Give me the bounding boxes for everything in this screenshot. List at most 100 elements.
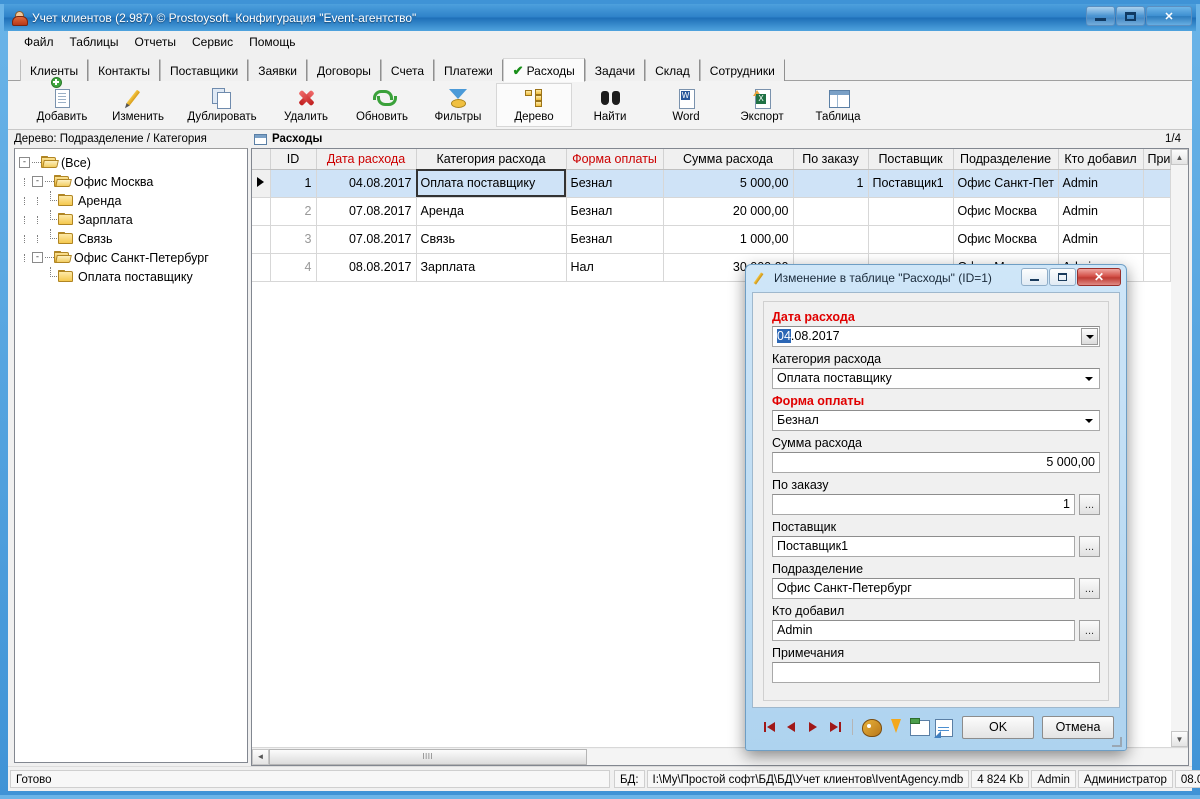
table-row[interactable]: 3 07.08.2017 Связь Безнал 1 000,00 Офис …	[252, 225, 1171, 253]
supplier-input[interactable]: Поставщик1	[772, 536, 1075, 557]
horizontal-scroll-thumb[interactable]: llll	[269, 749, 587, 765]
order-lookup-button[interactable]: ...	[1079, 494, 1100, 515]
cell-supplier[interactable]: Поставщик1	[868, 169, 953, 197]
ok-button[interactable]: OK	[962, 716, 1034, 739]
toolbar-word-button[interactable]: Word	[648, 83, 724, 127]
supplier-lookup-button[interactable]: ...	[1079, 536, 1100, 557]
cell-id[interactable]: 1	[270, 169, 316, 197]
cell-order[interactable]	[793, 225, 868, 253]
toolbar-tree-button[interactable]: Дерево	[496, 83, 572, 127]
last-record-icon[interactable]	[824, 717, 846, 737]
cell-date[interactable]: 08.08.2017	[316, 253, 416, 281]
tree-node-rent[interactable]: Аренда	[15, 191, 247, 210]
cell-id[interactable]: 2	[270, 197, 316, 225]
dialog-maximize-button[interactable]	[1049, 268, 1076, 286]
vertical-scroll-track[interactable]	[1171, 165, 1188, 731]
tab-warehouse[interactable]: Склад	[645, 59, 700, 81]
cell-category[interactable]: Связь	[416, 225, 566, 253]
chevron-down-icon[interactable]	[1085, 419, 1093, 423]
cell-department[interactable]: Офис Санкт-Пет	[953, 169, 1058, 197]
menu-help[interactable]: Помощь	[241, 33, 303, 51]
cell-notes[interactable]	[1143, 197, 1171, 225]
chevron-down-icon[interactable]	[1085, 377, 1093, 381]
previous-record-icon[interactable]	[780, 717, 802, 737]
cell-payment-form[interactable]: Нал	[566, 253, 663, 281]
next-record-icon[interactable]	[802, 717, 824, 737]
toolbar-edit-button[interactable]: Изменить	[100, 83, 176, 127]
tab-contacts[interactable]: Контакты	[88, 59, 160, 81]
dialog-resize-grip[interactable]	[1111, 736, 1123, 748]
tab-expenses[interactable]: ✔Расходы	[503, 58, 585, 82]
tree-node-communication[interactable]: Связь	[15, 229, 247, 248]
menu-reports[interactable]: Отчеты	[127, 33, 184, 51]
toolbar-duplicate-button[interactable]: Дублировать	[176, 83, 268, 127]
dialog-close-button[interactable]: ✕	[1077, 268, 1121, 286]
menu-tables[interactable]: Таблицы	[62, 33, 127, 51]
tree-node-salary[interactable]: Зарплата	[15, 210, 247, 229]
tab-invoices[interactable]: Счета	[381, 59, 434, 81]
tab-payments[interactable]: Платежи	[434, 59, 503, 81]
maximize-button[interactable]	[1116, 6, 1145, 26]
cell-supplier[interactable]	[868, 225, 953, 253]
expander-icon[interactable]: -	[32, 176, 43, 187]
cell-amount[interactable]: 1 000,00	[663, 225, 793, 253]
added-by-lookup-button[interactable]: ...	[1079, 620, 1100, 641]
department-input[interactable]: Офис Санкт-Петербург	[772, 578, 1075, 599]
first-record-icon[interactable]	[758, 717, 780, 737]
column-header-id[interactable]: ID	[270, 149, 316, 169]
cell-amount[interactable]: 20 000,00	[663, 197, 793, 225]
department-lookup-button[interactable]: ...	[1079, 578, 1100, 599]
cell-supplier[interactable]	[868, 197, 953, 225]
menu-service[interactable]: Сервис	[184, 33, 241, 51]
cell-category[interactable]: Аренда	[416, 197, 566, 225]
expense-category-select[interactable]: Оплата поставщику	[772, 368, 1100, 389]
grid-corner[interactable]	[252, 149, 270, 169]
tree-node-spb[interactable]: - Офис Санкт-Петербург	[15, 248, 247, 267]
toolbar-refresh-button[interactable]: Обновить	[344, 83, 420, 127]
column-header-payment-form[interactable]: Форма оплаты	[566, 149, 663, 169]
cell-department[interactable]: Офис Москва	[953, 197, 1058, 225]
toolbar-add-button[interactable]: Добавить	[24, 83, 100, 127]
table-row[interactable]: 2 07.08.2017 Аренда Безнал 20 000,00 Офи…	[252, 197, 1171, 225]
toolbar-filters-button[interactable]: Фильтры	[420, 83, 496, 127]
payment-form-select[interactable]: Безнал	[772, 410, 1100, 431]
toolbar-delete-button[interactable]: Удалить	[268, 83, 344, 127]
column-header-amount[interactable]: Сумма расхода	[663, 149, 793, 169]
tab-tasks[interactable]: Задачи	[585, 59, 645, 81]
cell-payment-form[interactable]: Безнал	[566, 197, 663, 225]
tab-employees[interactable]: Сотрудники	[700, 59, 785, 81]
lightning-icon[interactable]	[883, 717, 907, 737]
table-row[interactable]: 1 04.08.2017 Оплата поставщику Безнал 5 …	[252, 169, 1171, 197]
report-icon[interactable]	[931, 717, 955, 737]
scroll-left-arrow-icon[interactable]: ◄	[252, 749, 269, 765]
tree-node-all[interactable]: - (Все)	[15, 153, 247, 172]
cell-date[interactable]: 04.08.2017	[316, 169, 416, 197]
cell-date[interactable]: 07.08.2017	[316, 225, 416, 253]
tab-requests[interactable]: Заявки	[248, 59, 307, 81]
cell-id[interactable]: 4	[270, 253, 316, 281]
cell-added-by[interactable]: Admin	[1058, 225, 1143, 253]
expense-date-input[interactable]: 04.08.2017	[772, 326, 1100, 347]
column-header-notes[interactable]: Примеч	[1143, 149, 1171, 169]
tab-suppliers[interactable]: Поставщики	[160, 59, 248, 81]
scroll-down-arrow-icon[interactable]: ▼	[1171, 731, 1188, 747]
toolbar-table-button[interactable]: Таблица	[800, 83, 876, 127]
column-header-order[interactable]: По заказу	[793, 149, 868, 169]
cell-notes[interactable]	[1143, 225, 1171, 253]
cell-department[interactable]: Офис Москва	[953, 225, 1058, 253]
added-by-input[interactable]: Admin	[772, 620, 1075, 641]
cell-category[interactable]: Оплата поставщику	[416, 169, 566, 197]
minimize-button[interactable]	[1086, 6, 1115, 26]
tab-contracts[interactable]: Договоры	[307, 59, 381, 81]
expander-icon[interactable]: -	[19, 157, 30, 168]
properties-icon[interactable]	[907, 717, 931, 737]
expense-amount-input[interactable]: 5 000,00	[772, 452, 1100, 473]
notes-input[interactable]	[772, 662, 1100, 683]
close-button[interactable]: ✕	[1146, 6, 1192, 26]
cell-category[interactable]: Зарплата	[416, 253, 566, 281]
column-header-date[interactable]: Дата расхода	[316, 149, 416, 169]
column-header-added-by[interactable]: Кто добавил	[1058, 149, 1143, 169]
column-header-department[interactable]: Подразделение	[953, 149, 1058, 169]
toolbar-find-button[interactable]: Найти	[572, 83, 648, 127]
expander-icon[interactable]: -	[32, 252, 43, 263]
